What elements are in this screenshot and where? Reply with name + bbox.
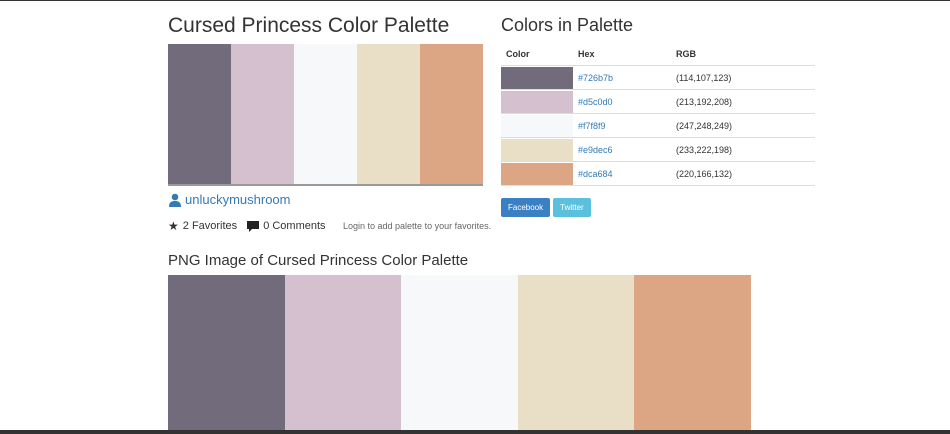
colors-in-palette-title: Colors in Palette [501, 15, 634, 35]
color-swatch [501, 114, 573, 137]
hex-link[interactable]: #f7f8f9 [573, 113, 671, 138]
color-swatch-cell [501, 161, 573, 186]
palette-swatch [420, 44, 483, 184]
palette-swatch [357, 44, 420, 184]
twitter-button[interactable]: Twitter [553, 198, 591, 217]
color-swatch [501, 90, 573, 113]
color-swatch [501, 138, 573, 161]
column-header-rgb: RGB [671, 43, 815, 66]
palette-preview [168, 44, 483, 186]
color-swatch-cell [501, 113, 573, 138]
png-palette-image [168, 275, 751, 430]
png-swatch [517, 275, 635, 430]
rgb-value: (213,192,208) [671, 89, 815, 114]
bottom-border [0, 430, 950, 434]
rgb-value: (247,248,249) [671, 113, 815, 138]
table-row: #726b7b (114,107,123) [501, 65, 815, 90]
rgb-value: (220,166,132) [671, 161, 815, 186]
table-row: #dca684 (220,166,132) [501, 161, 815, 186]
author-link[interactable]: unluckymushroom [168, 192, 291, 207]
hex-link[interactable]: #dca684 [573, 161, 671, 186]
comments-count: 0 Comments [263, 220, 326, 232]
comment-icon [247, 220, 260, 232]
colors-table: Color Hex RGB #726b7b (114,107,123) #d5c… [501, 43, 815, 186]
share-buttons: Facebook Twitter [501, 198, 591, 217]
png-swatch [634, 275, 751, 430]
column-header-hex: Hex [573, 43, 671, 66]
palette-swatch [231, 44, 294, 184]
color-swatch-cell [501, 65, 573, 90]
png-swatch [168, 275, 285, 430]
facebook-button[interactable]: Facebook [501, 198, 551, 217]
favorites-count: 2 Favorites [182, 220, 238, 232]
table-header-row: Color Hex RGB [501, 43, 815, 66]
palette-stats: ★ 2 Favorites 0 Comments [168, 219, 326, 233]
login-note: Login to add palette to your favorites. [343, 221, 492, 231]
rgb-value: (114,107,123) [671, 65, 815, 90]
rgb-value: (233,222,198) [671, 137, 815, 162]
table-row: #e9dec6 (233,222,198) [501, 137, 815, 162]
hex-link[interactable]: #e9dec6 [573, 137, 671, 162]
palette-swatch [168, 44, 231, 184]
png-swatch [284, 275, 402, 430]
png-image-title: PNG Image of Cursed Princess Color Palet… [168, 252, 469, 269]
page-title: Cursed Princess Color Palette [168, 14, 450, 37]
user-icon [169, 193, 181, 207]
star-icon: ★ [168, 219, 179, 233]
palette-swatch [294, 44, 357, 184]
hex-link[interactable]: #d5c0d0 [573, 89, 671, 114]
table-row: #d5c0d0 (213,192,208) [501, 89, 815, 114]
column-header-color: Color [501, 43, 573, 66]
color-swatch-cell [501, 89, 573, 114]
hex-link[interactable]: #726b7b [573, 65, 671, 90]
color-swatch [501, 162, 573, 185]
table-row: #f7f8f9 (247,248,249) [501, 113, 815, 138]
png-swatch [401, 275, 518, 430]
author-name[interactable]: unluckymushroom [185, 192, 291, 207]
top-border [0, 0, 950, 1]
color-swatch [501, 66, 573, 89]
color-swatch-cell [501, 137, 573, 162]
